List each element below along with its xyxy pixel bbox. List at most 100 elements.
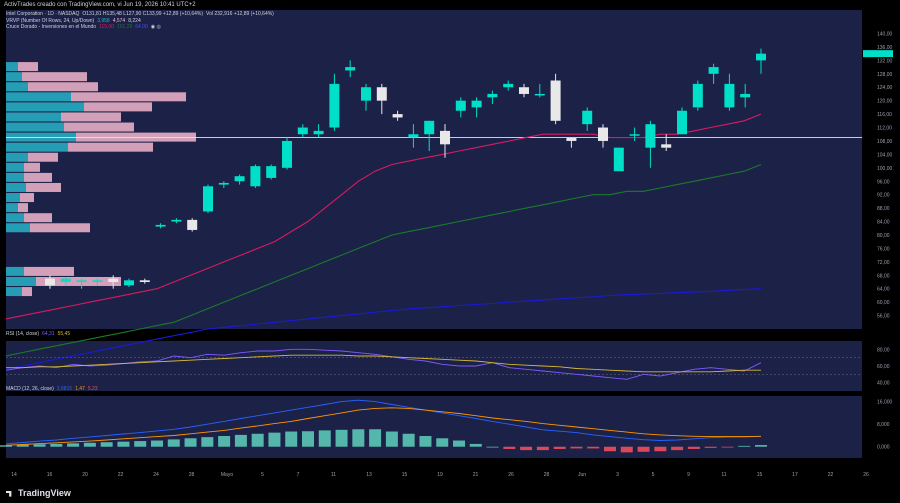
candle-body[interactable] xyxy=(550,80,561,121)
candle-body[interactable] xyxy=(60,278,71,282)
price-axis-label: 76,00 xyxy=(877,246,890,252)
rsi-title[interactable]: RSI (14, close) xyxy=(6,331,39,337)
volume-profile-down-bar xyxy=(24,162,40,172)
volume-profile-up-bar xyxy=(6,276,36,286)
candle-body[interactable] xyxy=(487,93,498,98)
volume-profile-up-bar xyxy=(6,132,76,142)
candle-body[interactable] xyxy=(708,67,719,74)
volume-profile-up-bar xyxy=(6,203,18,213)
price-axis-label: 116,00 xyxy=(877,112,892,118)
macd-pane-bg[interactable] xyxy=(6,396,862,458)
candle-body[interactable] xyxy=(45,278,55,286)
candle-body[interactable] xyxy=(519,87,529,94)
time-axis-label: 14 xyxy=(11,472,17,478)
macd-histogram-bar xyxy=(654,446,667,452)
legend-vrvp[interactable]: VRVP (Number Of Rows, 24, Up/Down) xyxy=(6,18,94,24)
candle-body[interactable] xyxy=(440,130,450,145)
candle-body[interactable] xyxy=(124,280,134,286)
volume-profile-up-bar xyxy=(6,182,26,192)
volume-profile-up-bar xyxy=(6,112,61,122)
volume-profile-up-bar xyxy=(6,72,22,82)
candle-body[interactable] xyxy=(282,140,292,168)
candle-body[interactable] xyxy=(471,100,482,108)
macd-histogram-bar xyxy=(218,436,231,447)
time-axis-label: 3 xyxy=(616,472,619,478)
candle-body[interactable] xyxy=(503,83,514,88)
candle-body[interactable] xyxy=(218,182,229,185)
candle-body[interactable] xyxy=(376,87,387,101)
macd-histogram-bar xyxy=(687,446,700,449)
legend-ma[interactable]: Cruce Dorado - Inversiones en el Mundo xyxy=(6,24,96,30)
chart-svg[interactable]: 140,00 136,00 132,00 128,00 124,00 120,00 116,… xyxy=(0,10,900,486)
candle-body[interactable] xyxy=(92,280,103,282)
candle-body[interactable] xyxy=(297,127,308,135)
candle-body[interactable] xyxy=(139,280,150,282)
candle-body[interactable] xyxy=(329,83,340,128)
candle-body[interactable] xyxy=(582,110,593,125)
macd-histogram-bar xyxy=(671,446,684,451)
rsi-pane-bg[interactable] xyxy=(6,341,862,391)
volume-profile-up-bar xyxy=(6,102,84,112)
candle-body[interactable] xyxy=(392,114,403,118)
macd-histogram-bar xyxy=(251,433,264,447)
macd-histogram-bar xyxy=(318,430,331,447)
candle-body[interactable] xyxy=(108,278,119,282)
macd-histogram-bar xyxy=(453,440,465,447)
candle-body[interactable] xyxy=(313,130,324,135)
candle-body[interactable] xyxy=(250,166,261,187)
chart-area[interactable]: 140,00 136,00 132,00 128,00 124,00 120,00 116,… xyxy=(0,10,900,486)
candle-body[interactable] xyxy=(661,144,672,148)
candle-body[interactable] xyxy=(645,124,656,148)
macd-histogram-bar xyxy=(536,446,549,451)
candle-body[interactable] xyxy=(361,87,371,101)
legend-symbol[interactable]: Intel Corporation · 1D · NASDAQ xyxy=(6,11,79,17)
time-axis-label: Mayo xyxy=(221,472,233,478)
candle-body[interactable] xyxy=(692,83,703,108)
candle-body[interactable] xyxy=(677,110,687,135)
macd-histogram-bar xyxy=(184,438,197,447)
rsi-axis-label: 60,00 xyxy=(877,364,890,370)
price-axis-label: 124,00 xyxy=(877,85,893,91)
macd-histogram-bar xyxy=(755,445,767,447)
macd-histogram-bar xyxy=(704,446,717,448)
time-axis-label: 26 xyxy=(508,472,514,478)
candle-body[interactable] xyxy=(756,53,766,61)
candle-body[interactable] xyxy=(424,120,435,135)
price-axis-label: 72,00 xyxy=(877,260,890,266)
candle-body[interactable] xyxy=(598,127,608,141)
candle-body[interactable] xyxy=(155,224,166,227)
time-axis-label: 24 xyxy=(153,472,159,478)
macd-axis-label: 8,000 xyxy=(877,422,890,428)
candle-body[interactable] xyxy=(203,186,213,212)
legend-ohlc: O131,81 H135,48 L127,90 C133,99 +12,89 (… xyxy=(82,11,204,17)
macd-histogram-bar xyxy=(134,441,147,447)
time-axis-label: 7 xyxy=(297,472,300,478)
macd-histogram-bar xyxy=(469,443,482,447)
candle-body[interactable] xyxy=(266,166,277,178)
volume-profile-down-bar xyxy=(24,172,52,182)
candle-body[interactable] xyxy=(345,67,356,71)
macd-title[interactable]: MACD (12, 26, close) xyxy=(6,386,54,392)
price-pane-bg[interactable] xyxy=(6,10,862,329)
histogram-value: 5,23 xyxy=(87,386,98,392)
rsi-axis-label: 40,00 xyxy=(877,381,890,387)
candle-body[interactable] xyxy=(455,100,466,111)
candle-body[interactable] xyxy=(534,93,545,96)
volume-profile-up-bar xyxy=(6,213,24,223)
candle-body[interactable] xyxy=(187,219,198,230)
candle-body[interactable] xyxy=(171,219,182,222)
macd-histogram-bar xyxy=(402,433,415,447)
candle-body[interactable] xyxy=(408,134,419,138)
candle-body[interactable] xyxy=(629,134,640,136)
candle-body[interactable] xyxy=(724,83,735,108)
volume-profile-down-bar xyxy=(24,213,52,223)
macd-histogram-bar xyxy=(520,446,533,451)
candle-body[interactable] xyxy=(613,147,624,172)
candle-body[interactable] xyxy=(740,93,751,98)
time-axis-label: 5 xyxy=(261,472,264,478)
eye-icon[interactable]: ◉ ◎ xyxy=(151,24,161,30)
volume-profile-down-bar xyxy=(28,152,58,162)
candle-body[interactable] xyxy=(76,280,87,282)
candle-body[interactable] xyxy=(234,176,245,182)
candle-body[interactable] xyxy=(566,137,577,141)
